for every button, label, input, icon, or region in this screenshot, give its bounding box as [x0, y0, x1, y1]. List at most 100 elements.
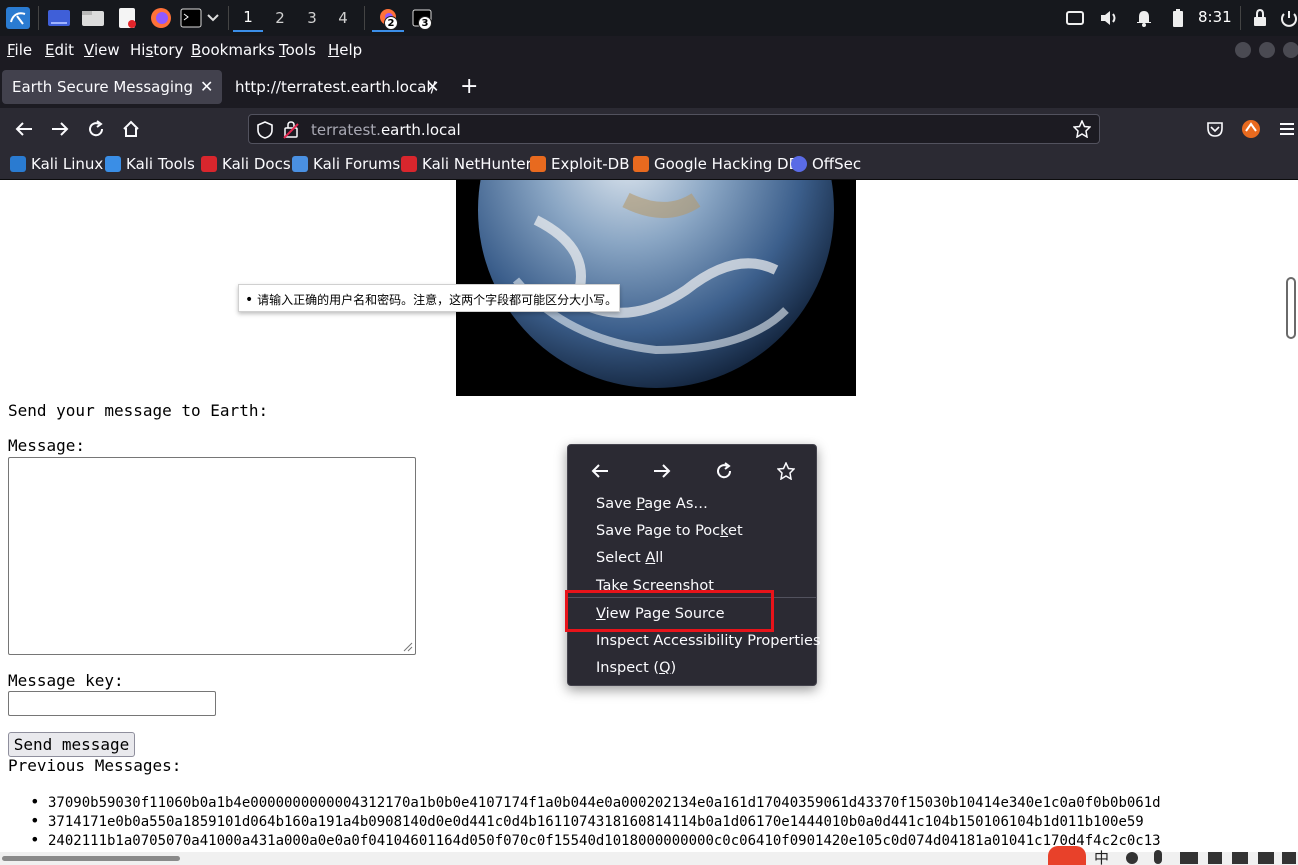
validation-tooltip: • 请输入正确的用户名和密码。注意，这两个字段都可能区分大小写。: [238, 284, 620, 312]
menu-edit[interactable]: Edit: [45, 41, 74, 59]
bookmark-kali-nethunter[interactable]: Kali NetHunter: [401, 155, 532, 173]
kali-docs-icon: [201, 156, 217, 172]
bookmark-google-hacking-db[interactable]: Google Hacking DB: [633, 155, 799, 173]
offsec-icon: [791, 156, 807, 172]
tab-terratest[interactable]: http://terratest.earth.local/ ✕: [226, 70, 448, 104]
workspace-4[interactable]: 4: [328, 4, 358, 32]
menu-view[interactable]: View: [84, 41, 120, 59]
close-window-button[interactable]: [1283, 42, 1298, 58]
kali-forums-icon: [292, 156, 308, 172]
tab-title: http://terratest.earth.local/: [235, 78, 436, 96]
horizontal-scrollbar-thumb[interactable]: [2, 856, 180, 861]
menu-inspect[interactable]: Inspect (Q): [596, 660, 676, 676]
toolbox-icon[interactable]: [1232, 852, 1248, 864]
annotation-highlight-box: [565, 590, 774, 632]
menu-select-all[interactable]: Select All: [596, 550, 663, 566]
settings-icon[interactable]: [1258, 852, 1274, 864]
window-count-badge: 2: [384, 16, 398, 30]
tab-earth-secure-messaging[interactable]: Earth Secure Messaging ✕: [2, 70, 222, 104]
send-heading: Send your message to Earth:: [8, 401, 269, 420]
menu-inspect-accessibility[interactable]: Inspect Accessibility Properties: [596, 633, 821, 649]
maximize-button[interactable]: [1259, 42, 1275, 58]
kali-linux-icon: [10, 156, 26, 172]
reload-icon[interactable]: [712, 459, 736, 483]
panel-separator: [364, 6, 365, 30]
ime-mode-label[interactable]: 中: [1094, 847, 1109, 865]
navigation-toolbar: terratest.earth.local: [0, 108, 1298, 150]
reload-icon[interactable]: [83, 116, 109, 142]
previous-messages-list: 37090b59030f11060b0a1b4e0000000000004312…: [30, 792, 1161, 849]
firefox-menubar: File Edit View History Bookmarks Tools H…: [0, 36, 1298, 66]
shield-icon[interactable]: [257, 121, 273, 143]
microphone-icon[interactable]: [1154, 850, 1162, 864]
chevron-down-icon[interactable]: [204, 6, 222, 30]
url-text[interactable]: terratest.earth.local: [311, 121, 461, 139]
menu-history[interactable]: History: [130, 41, 183, 59]
kali-menu-icon[interactable]: [4, 6, 32, 30]
bookmark-star-icon[interactable]: [1072, 119, 1092, 142]
vertical-scrollbar[interactable]: [1286, 277, 1296, 339]
bookmark-kali-docs[interactable]: Kali Docs: [201, 155, 291, 173]
keyboard-icon[interactable]: [1180, 852, 1198, 864]
more-icon[interactable]: [1282, 852, 1296, 864]
ime-tray: 中: [1046, 844, 1298, 865]
bell-icon[interactable]: [1134, 6, 1154, 30]
message-label: Message:: [8, 436, 86, 455]
list-item: 37090b59030f11060b0a1b4e0000000000004312…: [30, 792, 1161, 811]
bookmark-star-icon[interactable]: [774, 459, 798, 483]
bookmark-kali-tools[interactable]: Kali Tools: [105, 155, 195, 173]
back-arrow-icon[interactable]: [588, 459, 612, 483]
file-manager-icon[interactable]: [80, 6, 106, 30]
extension-icon[interactable]: [1238, 116, 1264, 142]
lock-icon[interactable]: [1250, 6, 1270, 30]
message-key-label: Message key:: [8, 671, 124, 690]
forward-arrow-icon[interactable]: [47, 116, 73, 142]
firefox-icon[interactable]: [148, 6, 174, 30]
minimize-button[interactable]: [1235, 42, 1251, 58]
menu-tools[interactable]: Tools: [279, 41, 316, 59]
menu-bookmarks[interactable]: Bookmarks: [191, 41, 275, 59]
bookmark-kali-linux[interactable]: Kali Linux: [10, 155, 103, 173]
close-tab-icon[interactable]: ✕: [200, 77, 213, 96]
display-icon[interactable]: [1064, 6, 1086, 30]
pocket-icon[interactable]: [1202, 116, 1228, 142]
workspace-2[interactable]: 2: [265, 4, 295, 32]
workspace-1[interactable]: 1: [233, 4, 263, 32]
list-item: 3714171e0b0a550a1859101d064b160a191a4b09…: [30, 811, 1161, 830]
punctuation-icon[interactable]: [1126, 852, 1138, 864]
bookmark-kali-forums[interactable]: Kali Forums: [292, 155, 400, 173]
clock[interactable]: 8:31: [1198, 8, 1232, 26]
panel-separator: [1240, 6, 1241, 30]
resize-grip-icon[interactable]: [403, 642, 413, 652]
panel-separator: [228, 6, 229, 30]
volume-icon[interactable]: [1098, 6, 1120, 30]
show-desktop-icon[interactable]: [46, 6, 72, 30]
menu-file[interactable]: File: [7, 41, 32, 59]
address-bar[interactable]: terratest.earth.local: [248, 114, 1100, 144]
close-tab-icon[interactable]: ✕: [426, 77, 439, 96]
tab-title: Earth Secure Messaging: [12, 78, 194, 96]
hamburger-menu-icon[interactable]: [1274, 116, 1298, 142]
bookmark-exploit-db[interactable]: Exploit-DB: [530, 155, 630, 173]
sogou-ime-icon[interactable]: [1048, 846, 1086, 865]
menu-help[interactable]: Help: [328, 41, 362, 59]
skin-icon[interactable]: [1208, 852, 1222, 864]
home-icon[interactable]: [118, 116, 144, 142]
forward-arrow-icon[interactable]: [650, 459, 674, 483]
insecure-lock-icon[interactable]: [283, 121, 299, 143]
text-editor-icon[interactable]: [114, 6, 140, 30]
message-textarea[interactable]: [8, 457, 416, 655]
list-item: 2402111b1a0705070a41000a431a000a0e0a0f04…: [30, 830, 1161, 849]
kali-nethunter-icon: [401, 156, 417, 172]
terminal-icon[interactable]: [178, 6, 204, 30]
new-tab-button[interactable]: +: [460, 74, 478, 99]
power-icon[interactable]: [1280, 6, 1298, 30]
menu-save-page-to-pocket[interactable]: Save Page to Pocket: [596, 523, 743, 539]
menu-save-page-as[interactable]: Save Page As…: [596, 496, 708, 512]
workspace-3[interactable]: 3: [297, 4, 327, 32]
bookmark-offsec[interactable]: OffSec: [791, 155, 861, 173]
message-key-input[interactable]: [8, 691, 216, 716]
window-count-badge: 3: [418, 16, 432, 30]
send-message-button[interactable]: Send message: [8, 732, 135, 757]
back-arrow-icon[interactable]: [11, 116, 37, 142]
